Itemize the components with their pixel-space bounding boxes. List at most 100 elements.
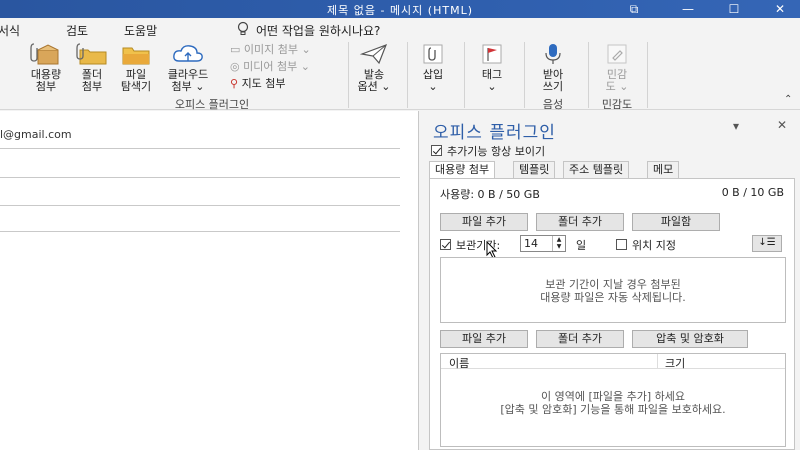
compose-area: l@gmail.com: [0, 111, 418, 450]
column-divider: [657, 354, 658, 369]
menu-review[interactable]: 검토: [66, 22, 88, 39]
retention-stepper[interactable]: 14 ▲ ▼: [520, 235, 566, 252]
bcc-field[interactable]: [0, 205, 400, 206]
file-explorer-button[interactable]: 파일 탐색기: [116, 42, 156, 93]
menu-help[interactable]: 도움말: [124, 22, 157, 39]
paperclip-icon: [423, 44, 443, 64]
retention-notice-box: 보관 기간이 지날 경우 첨부된 대용량 파일은 자동 삭제됩니다.: [440, 257, 786, 323]
subject-field[interactable]: [0, 231, 400, 232]
tag-button[interactable]: 태그 ⌄: [474, 42, 510, 93]
tag-label: 태그 ⌄: [481, 68, 503, 93]
folder-attach-label: 폴더 첨부: [81, 68, 103, 93]
stepper-arrows-icon[interactable]: ▲ ▼: [552, 236, 565, 251]
media-attach-button[interactable]: ◎ 미디어 첨부 ⌄: [230, 60, 310, 74]
retention-msg-line2: 대용량 파일은 자동 삭제됩니다.: [540, 291, 686, 304]
add-folder-button[interactable]: 폴더 추가: [536, 213, 624, 231]
cc-field[interactable]: [0, 177, 400, 178]
office-plugin-pane: 오피스 플러그인 ▾ ✕ 추가기능 항상 보이기 대용량 첨부 템플릿 주소 템…: [418, 111, 800, 450]
column-size[interactable]: 크기: [665, 355, 685, 371]
folder-icon: [122, 47, 150, 65]
folder-attach-button[interactable]: 폴더 첨부: [73, 42, 111, 93]
dictate-label: 받아 쓰기: [542, 68, 564, 93]
image-icon: ▭: [230, 43, 241, 56]
retention-unit: 일: [576, 239, 587, 252]
large-attach-panel: 사용량: 0 B / 50 GB 0 B / 10 GB 파일 추가 폴더 추가…: [429, 178, 795, 450]
sort-icon: ↓☰: [758, 237, 776, 248]
ribbon: 대용량 첨부 폴더 첨부 파일 탐색기 클라우드 첨부 ⌄ ▭ 이미지 첨부 ⌄…: [0, 40, 800, 111]
flag-icon: [482, 44, 502, 64]
pane-close-icon[interactable]: ✕: [777, 118, 787, 132]
group-label-sensitivity: 민감도: [601, 98, 633, 111]
always-show-label: 추가기능 항상 보이기: [447, 145, 546, 158]
package-paperclip-icon: [30, 43, 59, 65]
column-name[interactable]: 이름: [449, 355, 469, 371]
file-box-button[interactable]: 파일함: [632, 213, 720, 231]
pane-options-icon[interactable]: ▾: [733, 119, 739, 133]
divider: [0, 148, 400, 149]
add-folder-button-2[interactable]: 폴더 추가: [536, 330, 624, 348]
ribbon-separator: [407, 42, 408, 108]
tab-large-attach[interactable]: 대용량 첨부: [429, 161, 496, 179]
tab-memo[interactable]: 메모: [647, 161, 680, 178]
retention-msg-line1: 보관 기간이 지날 경우 첨부된: [545, 278, 681, 291]
tab-templates[interactable]: 템플릿: [513, 161, 556, 178]
pane-title: 오피스 플러그인: [433, 123, 556, 143]
ribbon-separator: [588, 42, 589, 108]
file-list[interactable]: 이름 크기 이 영역에 [파일을 추가] 하세요 [압축 및 암호화] 기능을 …: [440, 353, 786, 447]
add-file-button[interactable]: 파일 추가: [440, 213, 528, 231]
sensitivity-label: 민감 도 ⌄: [605, 68, 629, 93]
send-options-button[interactable]: 발송 옵션 ⌄: [356, 42, 392, 93]
image-attach-button[interactable]: ▭ 이미지 첨부 ⌄: [230, 43, 311, 57]
map-attach-button[interactable]: ⚲ 지도 첨부: [230, 77, 286, 91]
tell-me-search[interactable]: 어떤 작업을 원하시나요?: [256, 22, 380, 39]
list-msg-line2: [압축 및 암호화] 기능을 통해 파일을 보호하세요.: [500, 403, 726, 416]
retention-value: 14: [524, 237, 538, 250]
large-attach-button[interactable]: 대용량 첨부: [24, 42, 68, 93]
minimize-button[interactable]: —: [668, 0, 708, 18]
list-msg-line1: 이 영역에 [파일을 추가] 하세요: [540, 390, 685, 403]
position-label: 위치 지정: [632, 239, 676, 252]
sensitivity-tag-icon: [607, 44, 627, 64]
media-attach-label: 미디어 첨부 ⌄: [243, 60, 310, 73]
group-label-voice: 음성: [542, 98, 564, 111]
map-pin-icon: ⚲: [230, 77, 239, 90]
image-attach-label: 이미지 첨부 ⌄: [243, 43, 311, 56]
paper-plane-icon: [359, 43, 388, 65]
outlook-message-window: 제목 없음 - 메시지 (HTML) ⧉ — ☐ ✕ 서식 검토 도움말 어떤 …: [0, 0, 800, 450]
send-options-label: 발송 옵션 ⌄: [357, 68, 391, 93]
usage-right: 0 B / 10 GB: [721, 186, 784, 199]
to-field[interactable]: l@gmail.com: [0, 128, 72, 141]
close-button[interactable]: ✕: [760, 0, 800, 18]
retention-checkbox[interactable]: [440, 239, 451, 250]
file-explorer-label: 파일 탐색기: [120, 68, 152, 93]
cloud-upload-icon: [173, 45, 203, 62]
file-list-header: 이름 크기: [441, 354, 785, 371]
dictate-button[interactable]: 받아 쓰기: [533, 42, 573, 93]
microphone-icon: [545, 44, 561, 64]
tab-address-templates[interactable]: 주소 템플릿: [563, 161, 630, 178]
ribbon-display-icon[interactable]: ⧉: [614, 0, 654, 18]
menu-bar: 서식 검토 도움말 어떤 작업을 원하시나요?: [0, 18, 800, 40]
sort-button[interactable]: ↓☰: [752, 235, 782, 252]
collapse-ribbon-icon[interactable]: ⌃: [784, 94, 792, 105]
usage-label: 사용량: 0 B / 50 GB: [440, 188, 540, 201]
position-checkbox[interactable]: [616, 239, 627, 250]
group-label-office-plugin: 오피스 플러그인: [174, 98, 250, 111]
ribbon-separator: [647, 42, 648, 108]
menu-format[interactable]: 서식: [0, 22, 20, 39]
add-file-button-2[interactable]: 파일 추가: [440, 330, 528, 348]
cloud-attach-label: 클라우드 첨부 ⌄: [167, 68, 209, 93]
always-show-checkbox[interactable]: [431, 145, 442, 156]
compress-encrypt-button[interactable]: 압축 및 암호화: [632, 330, 748, 348]
lightbulb-icon: [237, 21, 249, 35]
cloud-attach-button[interactable]: 클라우드 첨부 ⌄: [160, 42, 216, 93]
insert-label: 삽입 ⌄: [422, 68, 444, 93]
maximize-button[interactable]: ☐: [714, 0, 754, 18]
map-attach-label: 지도 첨부: [241, 77, 286, 90]
ribbon-separator: [464, 42, 465, 108]
large-attach-label: 대용량 첨부: [30, 68, 62, 93]
insert-button[interactable]: 삽입 ⌄: [416, 42, 450, 93]
folder-paperclip-icon: [76, 43, 107, 65]
ribbon-separator: [524, 42, 525, 108]
sensitivity-button[interactable]: 민감 도 ⌄: [598, 42, 636, 93]
